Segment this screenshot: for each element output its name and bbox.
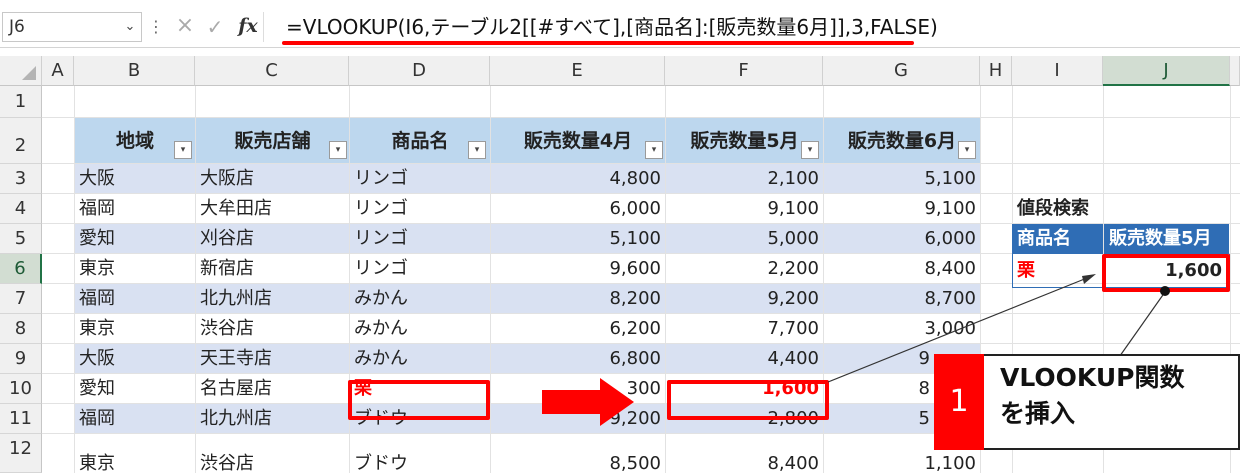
callout-step-number: 1 — [934, 354, 984, 450]
callout-line-1: VLOOKUP関数 — [1000, 363, 1185, 392]
callout-line-2: を挿入 — [1000, 399, 1076, 428]
callout-text: VLOOKUP関数 を挿入 — [1000, 360, 1230, 432]
